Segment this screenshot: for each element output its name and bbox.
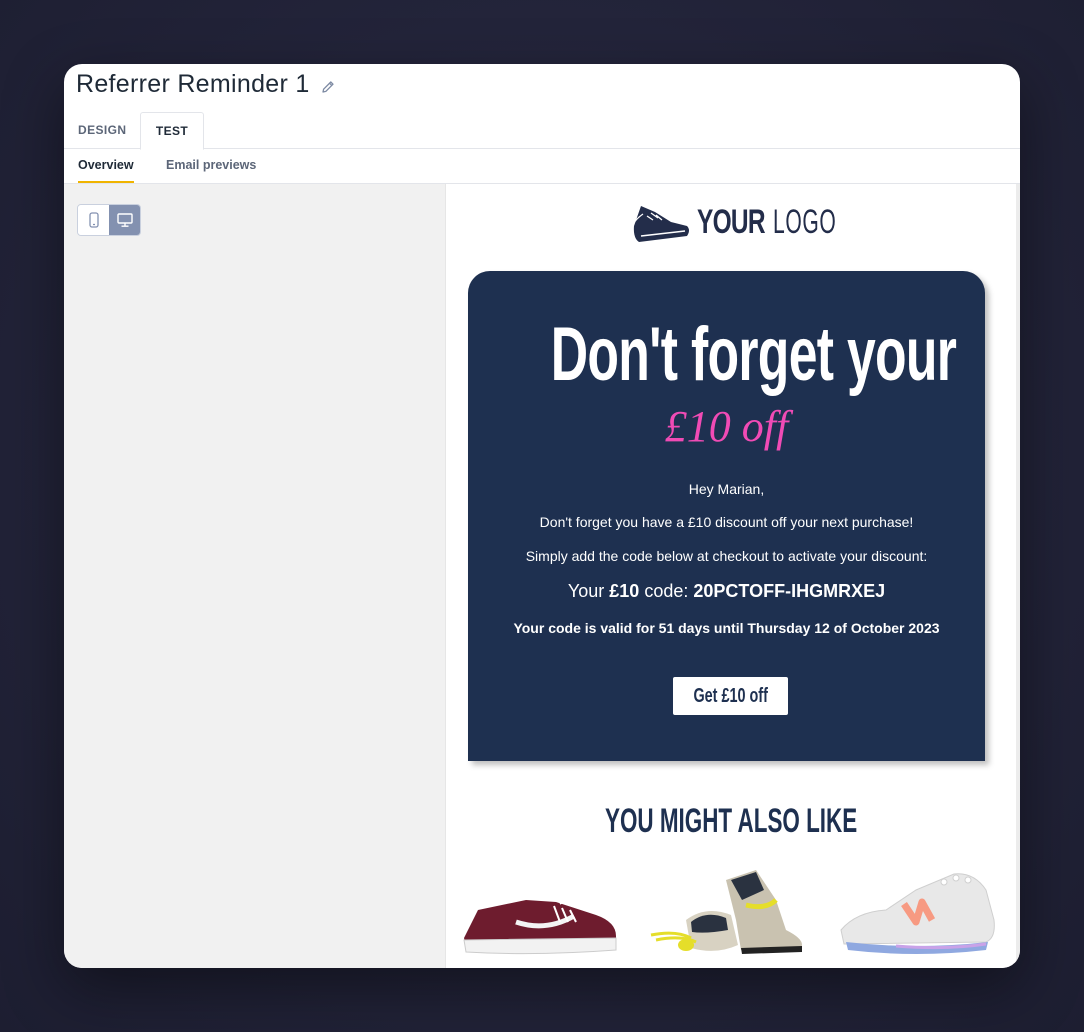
offer-card: Don't forget your £10 off Hey Marian, Do… — [468, 271, 985, 761]
desktop-icon — [116, 213, 133, 227]
code-prefix: Your — [567, 581, 605, 601]
email-preview: YOUR LOGO Don't forget your £10 off Hey … — [445, 184, 1017, 968]
title-row: Referrer Reminder 1 — [76, 70, 336, 99]
logo-text-logo: LOGO — [773, 202, 837, 241]
get-offer-button[interactable]: Get £10 off — [673, 677, 788, 715]
mobile-view-button[interactable] — [78, 205, 109, 235]
mobile-icon — [88, 212, 99, 228]
get-offer-label: Get £10 off — [693, 685, 768, 707]
yellow-high-top-sneakers-image[interactable] — [646, 860, 811, 968]
email-logo: YOUR LOGO — [631, 198, 843, 246]
desktop-view-button[interactable] — [109, 205, 140, 235]
settings-panel — [64, 184, 445, 968]
device-toggle — [77, 204, 141, 236]
body-line-2: Simply add the code below at checkout to… — [525, 548, 928, 564]
pencil-icon[interactable] — [320, 79, 336, 95]
validity-text: Your code is valid for 51 days until Thu… — [513, 620, 940, 636]
greeting-text: Hey Marian, — [688, 481, 765, 497]
subtab-email-previews[interactable]: Email previews — [166, 149, 256, 183]
body-line-1: Don't forget you have a £10 discount off… — [539, 514, 914, 530]
app-window: Referrer Reminder 1 DESIGN TEST Overview… — [64, 64, 1020, 968]
page-title: Referrer Reminder 1 — [76, 70, 310, 98]
logo-text-your: YOUR — [697, 202, 766, 241]
recommendations-title-text: YOU MIGHT ALSO LIKE — [605, 802, 858, 840]
sneaker-icon — [632, 206, 689, 242]
burgundy-skate-shoe-image[interactable] — [456, 860, 621, 968]
white-running-shoe-image[interactable] — [836, 860, 1001, 968]
code-line: Your £10 code: 20PCTOFF-IHGMRXEJ — [468, 581, 985, 602]
main-tabs: DESIGN TEST — [64, 112, 1020, 150]
preview-scroll-edge — [1016, 184, 1020, 968]
subtab-overview[interactable]: Overview — [78, 149, 134, 183]
code-mid: code: — [644, 581, 689, 601]
tab-test[interactable]: TEST — [140, 112, 204, 150]
code-amount: £10 — [609, 581, 640, 601]
discount-code: 20PCTOFF-IHGMRXEJ — [693, 581, 886, 601]
product-row — [456, 860, 1016, 968]
tab-design[interactable]: DESIGN — [78, 112, 126, 148]
headline: Don't forget your — [550, 312, 957, 397]
sub-tabs: Overview Email previews — [64, 149, 1020, 184]
headline-offer: £10 off — [664, 402, 789, 451]
recommendations-title: YOU MIGHT ALSO LIKE — [446, 802, 1017, 841]
